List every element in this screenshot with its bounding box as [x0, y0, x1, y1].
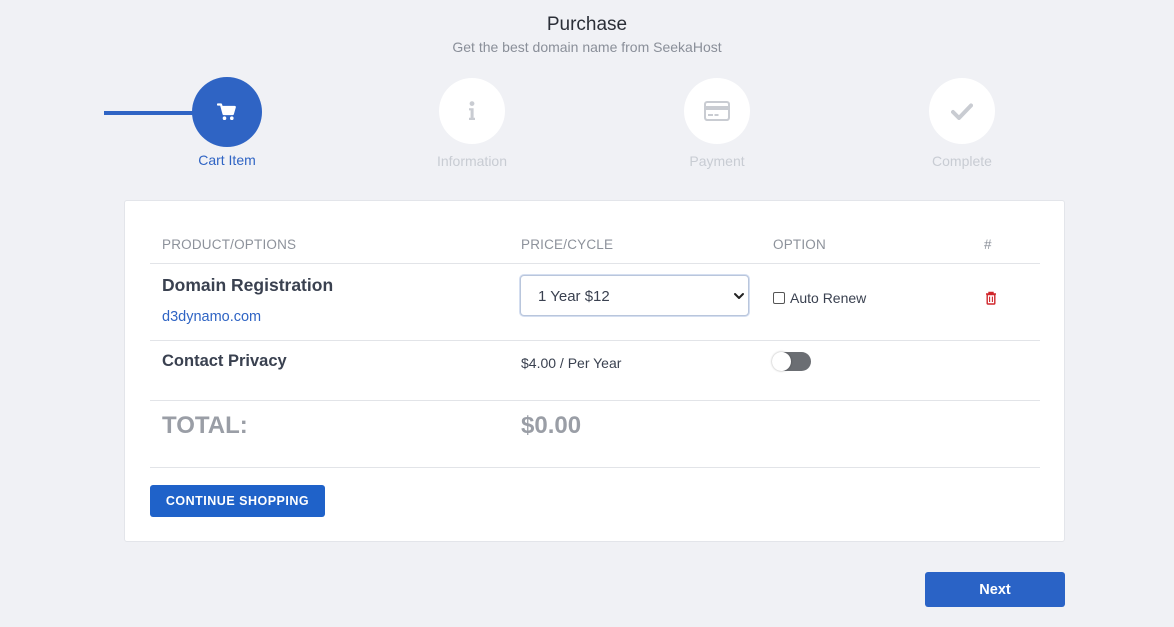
header-product-options: PRODUCT/OPTIONS: [162, 237, 297, 252]
price-cycle-select[interactable]: 1 Year $12: [520, 275, 749, 316]
step-circle: [684, 78, 750, 144]
divider: [150, 400, 1040, 401]
toggle-knob: [772, 352, 791, 371]
step-label: Cart Item: [198, 152, 256, 168]
step-cart-item[interactable]: Cart Item: [157, 77, 297, 168]
auto-renew-checkbox[interactable]: [773, 292, 785, 304]
step-information[interactable]: Information: [402, 78, 542, 169]
divider: [150, 263, 1040, 264]
auto-renew-option[interactable]: Auto Renew: [773, 290, 866, 306]
page-header: Purchase Get the best domain name from S…: [0, 14, 1174, 55]
credit-card-icon: [704, 101, 730, 121]
contact-privacy-toggle[interactable]: [772, 352, 811, 371]
chevron-down-icon: [734, 293, 744, 299]
header-option: OPTION: [773, 237, 826, 252]
step-label: Payment: [689, 153, 745, 169]
product-name: Contact Privacy: [162, 352, 287, 370]
next-button[interactable]: Next: [925, 572, 1065, 607]
cart-card: PRODUCT/OPTIONS PRICE/CYCLE OPTION # Dom…: [124, 200, 1065, 542]
continue-shopping-button[interactable]: CONTINUE SHOPPING: [150, 485, 325, 517]
total-label: TOTAL:: [162, 412, 248, 439]
select-value: 1 Year $12: [538, 288, 610, 305]
page-subtitle: Get the best domain name from SeekaHost: [452, 39, 722, 55]
step-label: Complete: [932, 153, 992, 169]
step-payment[interactable]: Payment: [647, 78, 787, 169]
cart-icon: [217, 103, 236, 120]
step-complete[interactable]: Complete: [892, 78, 1032, 169]
auto-renew-label: Auto Renew: [790, 290, 867, 306]
header-hash: #: [984, 237, 992, 252]
total-value: $0.00: [521, 412, 582, 439]
divider: [150, 467, 1040, 468]
step-label: Information: [436, 153, 508, 169]
trash-icon[interactable]: [985, 291, 997, 305]
info-icon: [469, 101, 475, 120]
check-icon: [951, 103, 973, 120]
divider: [150, 340, 1040, 341]
product-name: Domain Registration: [162, 275, 334, 295]
header-price-cycle: PRICE/CYCLE: [521, 237, 614, 252]
step-circle: [192, 77, 262, 147]
contact-privacy-price: $4.00 / Per Year: [521, 355, 622, 371]
domain-link[interactable]: d3dynamo.com: [162, 309, 261, 325]
step-circle: [439, 78, 505, 144]
step-circle: [929, 78, 995, 144]
page-title: Purchase: [546, 14, 628, 35]
